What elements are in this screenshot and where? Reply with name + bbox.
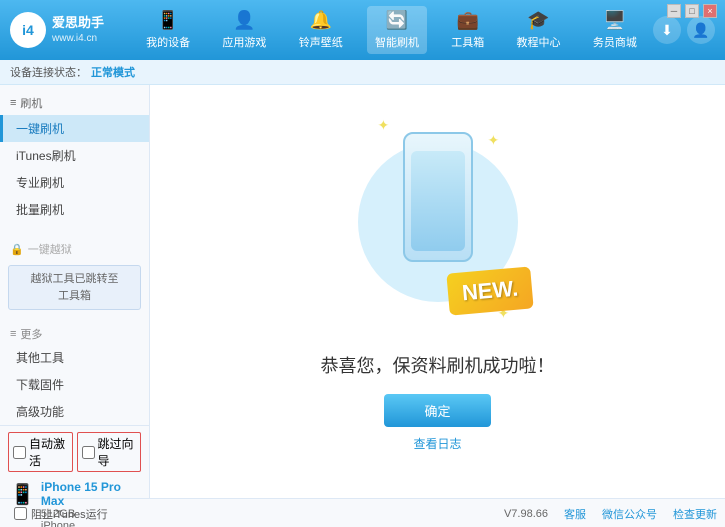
checkbox-row: 自动激活 跳过向导 — [8, 432, 141, 472]
topbar: i4 爱思助手 www.i4.cn 📱 我的设备 👤 应用游戏 🔔 铃声壁纸 🔄 — [0, 0, 725, 60]
success-graphic: ✦ ✦ ✦ NEW. — [358, 132, 518, 332]
close-button[interactable]: × — [703, 4, 717, 18]
auto-activate-checkbox[interactable] — [13, 446, 26, 459]
sidebar-item-batch-flash[interactable]: 批量刷机 — [0, 196, 149, 223]
footer-link-update[interactable]: 检查更新 — [673, 506, 717, 522]
sidebar-disabled-jailbreak: 🔒 一键越狱 — [0, 237, 149, 261]
flash-section: ≡ 刷机 一键刷机 iTunes刷机 专业刷机 批量刷机 — [0, 85, 149, 229]
sidebar-item-other-tools[interactable]: 其他工具 — [0, 344, 149, 371]
itunes-checkbox[interactable] — [14, 507, 27, 520]
nav-toolbox[interactable]: 💼 工具箱 — [443, 6, 492, 54]
auto-activate-checkbox-wrapper[interactable]: 自动激活 — [8, 432, 73, 472]
confirm-button[interactable]: 确定 — [384, 394, 490, 427]
toolbox-icon: 💼 — [457, 10, 479, 31]
nav-tutorial[interactable]: 🎓 教程中心 — [509, 6, 569, 54]
window-controls: ─ □ × — [667, 4, 717, 18]
footer-link-wechat[interactable]: 微信公众号 — [602, 506, 657, 522]
maximize-button[interactable]: □ — [685, 4, 699, 18]
main-layout: ≡ 刷机 一键刷机 iTunes刷机 专业刷机 批量刷机 🔒 — [0, 85, 725, 498]
more-group-label: ≡ 更多 — [0, 322, 149, 344]
nav-bar: 📱 我的设备 👤 应用游戏 🔔 铃声壁纸 🔄 智能刷机 💼 工具箱 🎓 — [130, 6, 653, 54]
nav-ringtone[interactable]: 🔔 铃声壁纸 — [291, 6, 351, 54]
nav-smart-flash[interactable]: 🔄 智能刷机 — [367, 6, 427, 54]
sidebar-item-one-click-flash[interactable]: 一键刷机 — [0, 115, 149, 142]
sparkle-icon-1: ✦ — [378, 117, 390, 134]
minimize-button[interactable]: ─ — [667, 4, 681, 18]
sidebar-item-download-firmware[interactable]: 下载固件 — [0, 371, 149, 398]
tutorial-icon: 🎓 — [527, 10, 549, 31]
sidebar-item-pro-flash[interactable]: 专业刷机 — [0, 169, 149, 196]
new-badge: NEW. — [447, 266, 535, 315]
skip-guide-checkbox[interactable] — [82, 446, 95, 459]
apps-icon: 👤 — [233, 10, 255, 31]
sparkle-icon-2: ✦ — [488, 132, 500, 149]
nav-service[interactable]: 🖥️ 务员商城 — [585, 6, 645, 54]
footer-link-customer[interactable]: 客服 — [564, 506, 586, 522]
skip-guide-checkbox-wrapper[interactable]: 跳过向导 — [77, 432, 142, 472]
device-icon: 📱 — [157, 10, 179, 31]
more-group-icon: ≡ — [10, 328, 16, 340]
sidebar-item-advanced[interactable]: 高级功能 — [0, 398, 149, 425]
flash-icon: 🔄 — [386, 10, 408, 31]
version-label: V7.98.66 — [504, 508, 548, 520]
success-message: 恭喜您，保资料刷机成功啦！ — [321, 352, 555, 378]
logo-area: i4 爱思助手 www.i4.cn — [10, 12, 130, 48]
flash-group-label: ≡ 刷机 — [0, 91, 149, 115]
footer-right: V7.98.66 客服 微信公众号 检查更新 — [504, 506, 717, 522]
lock-icon: 🔒 — [10, 243, 24, 256]
topbar-actions: ⬇ 👤 — [653, 16, 715, 44]
logo-text: 爱思助手 www.i4.cn — [52, 15, 104, 45]
main-content: ✦ ✦ ✦ NEW. 恭喜您，保资料刷机成功啦！ 确定 查看日志 — [150, 85, 725, 498]
phone-illustration — [403, 132, 473, 262]
view-log-link[interactable]: 查看日志 — [413, 435, 461, 452]
nav-apps-games[interactable]: 👤 应用游戏 — [214, 6, 274, 54]
phone-screen — [411, 151, 465, 251]
itunes-row[interactable]: 阻止iTunes运行 — [8, 504, 114, 524]
ringtone-icon: 🔔 — [309, 10, 331, 31]
sidebar: ≡ 刷机 一键刷机 iTunes刷机 专业刷机 批量刷机 🔒 — [0, 85, 150, 498]
phone-container: ✦ ✦ ✦ NEW. — [358, 132, 518, 332]
download-btn[interactable]: ⬇ — [653, 16, 681, 44]
flash-group-icon: ≡ — [10, 97, 16, 109]
nav-my-device[interactable]: 📱 我的设备 — [138, 6, 198, 54]
service-icon: 🖥️ — [604, 10, 626, 31]
sidebar-item-itunes-flash[interactable]: iTunes刷机 — [0, 142, 149, 169]
jailbreak-info-box: 越狱工具已跳转至 工具箱 — [8, 265, 141, 310]
user-btn[interactable]: 👤 — [687, 16, 715, 44]
status-bar: 设备连接状态： 正常模式 — [0, 60, 725, 85]
logo-icon: i4 — [10, 12, 46, 48]
